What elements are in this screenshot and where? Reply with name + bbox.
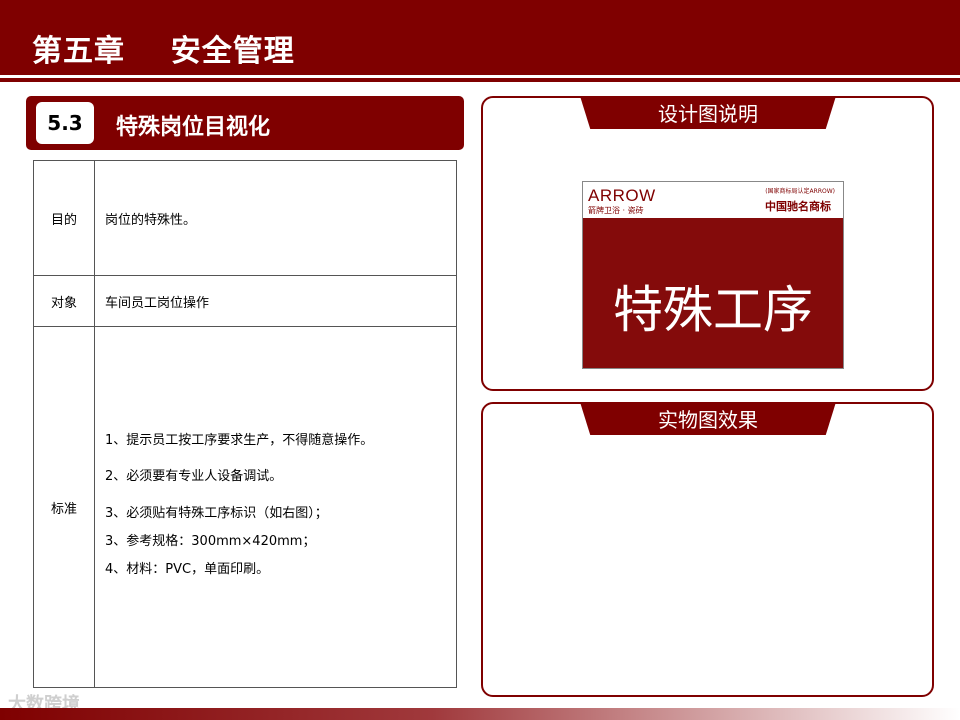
table-row-purpose: 目的 岗位的特殊性。: [34, 161, 456, 276]
section-heading: 5.3 特殊岗位目视化: [26, 96, 464, 150]
header-divider: [0, 78, 960, 82]
info-table: 目的 岗位的特殊性。 对象 车间员工岗位操作 标准 1、提示员工按工序要求生产，…: [33, 160, 457, 688]
special-process-sign: ARROW 箭牌卫浴 · 瓷砖 (国家商标局认定ARROW) 中国驰名商标 特殊…: [582, 181, 844, 369]
row-value: 车间员工岗位操作: [105, 276, 448, 326]
target-text: 车间员工岗位操作: [105, 295, 210, 311]
purpose-text: 岗位的特殊性。: [105, 212, 197, 228]
table-row-target: 对象 车间员工岗位操作: [34, 276, 456, 327]
row-label: 目的: [34, 161, 95, 275]
actual-panel: 实物图效果: [481, 402, 934, 697]
section-number: 5.3: [36, 102, 94, 144]
actual-panel-title: 实物图效果: [580, 402, 836, 435]
footer-bar: [0, 708, 960, 720]
design-panel-title: 设计图说明: [580, 96, 836, 129]
standard-item: 3、必须贴有特殊工序标识（如右图）；: [105, 505, 328, 521]
row-label: 对象: [34, 276, 95, 326]
row-value: 岗位的特殊性。: [105, 161, 448, 275]
row-label: 标准: [34, 327, 95, 687]
standard-item: 3、参考规格：300mm×420mm；: [105, 533, 316, 549]
cert-text: (国家商标局认定ARROW): [765, 188, 835, 195]
standard-item: 2、必须要有专业人设备调试。: [105, 469, 283, 485]
sign-header: ARROW 箭牌卫浴 · 瓷砖 (国家商标局认定ARROW) 中国驰名商标: [583, 182, 843, 218]
row-value: 1、提示员工按工序要求生产，不得随意操作。 2、必须要有专业人设备调试。 3、必…: [105, 327, 448, 687]
section-title: 特殊岗位目视化: [116, 115, 271, 140]
page-title: 第五章 安全管理: [32, 34, 295, 69]
brand-subtitle: 箭牌卫浴 · 瓷砖: [588, 206, 644, 215]
standard-item: 1、提示员工按工序要求生产，不得随意操作。: [105, 433, 374, 448]
brand-logo: ARROW: [588, 186, 656, 205]
design-panel: 设计图说明 ARROW 箭牌卫浴 · 瓷砖 (国家商标局认定ARROW) 中国驰…: [481, 96, 934, 391]
trademark-text: 中国驰名商标: [765, 200, 831, 213]
header-bar: 第五章 安全管理: [0, 0, 960, 75]
sign-main-text: 特殊工序: [613, 281, 813, 339]
standard-item: 4、材料：PVC，单面印刷。: [105, 562, 270, 577]
table-row-standard: 标准 1、提示员工按工序要求生产，不得随意操作。 2、必须要有专业人设备调试。 …: [34, 327, 456, 687]
